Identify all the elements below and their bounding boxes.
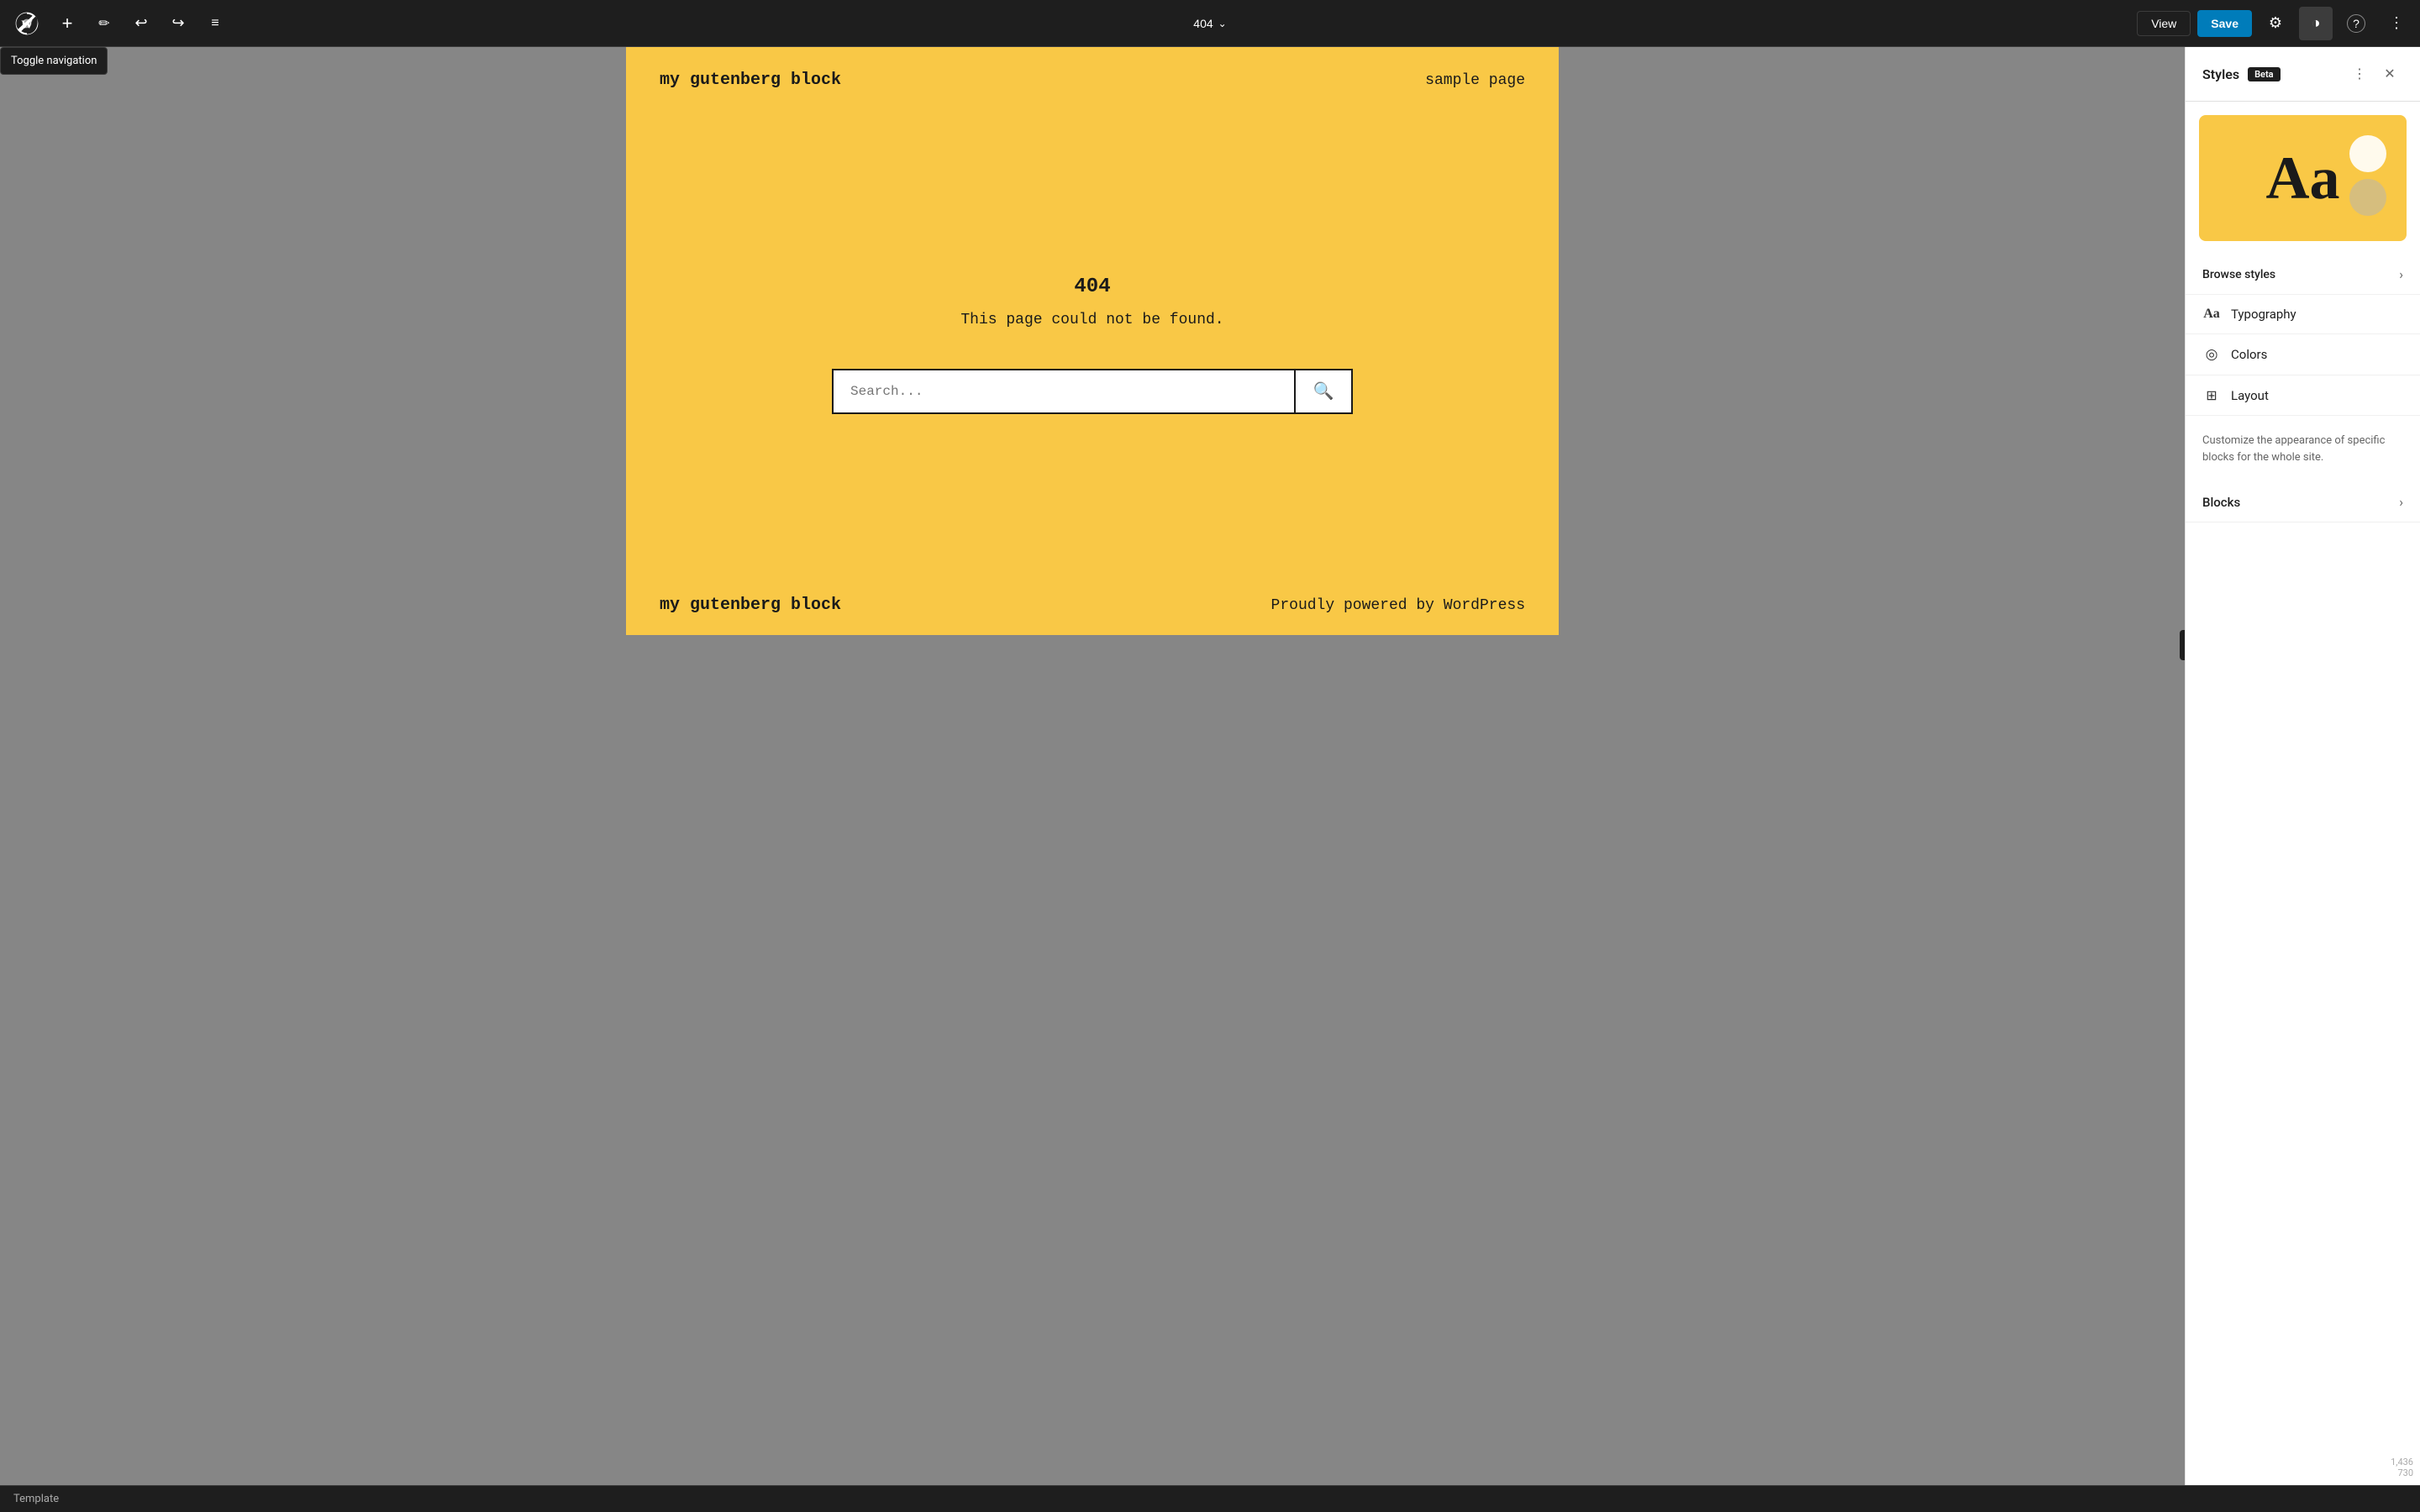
canvas-area: my gutenberg block sample page 404 This …: [0, 47, 2185, 1485]
wp-logo-icon: W: [13, 10, 40, 37]
save-button[interactable]: Save: [2197, 10, 2252, 37]
sidebar-title: Styles: [2202, 66, 2239, 82]
add-block-toolbar-button[interactable]: +: [50, 7, 84, 40]
blocks-label: Blocks: [2202, 495, 2240, 510]
page-canvas: my gutenberg block sample page 404 This …: [626, 47, 1559, 635]
error-message: This page could not be found.: [960, 312, 1223, 328]
layout-label: Layout: [2231, 388, 2269, 403]
toolbar: W + ✏ ↩ ↪ ≡ 404 ⌄ View Save ⚙: [0, 0, 2420, 47]
colors-section: ◎ Colors: [2186, 334, 2420, 375]
style-icon: ◑: [2312, 14, 2321, 32]
style-preview: Aa: [2199, 115, 2407, 241]
footer-credit: Proudly powered by WordPress: [1271, 597, 1525, 614]
toolbar-right: View Save ⚙ ◑ ? ⋮: [2137, 7, 2413, 40]
toolbar-left: W + ✏ ↩ ↪ ≡: [7, 3, 232, 44]
typography-icon: Aa: [2202, 307, 2221, 322]
page-title-text: 404: [1193, 17, 1213, 30]
beta-badge: Beta: [2248, 67, 2281, 81]
typography-label: Typography: [2231, 307, 2296, 322]
main-area: my gutenberg block sample page 404 This …: [0, 47, 2420, 1485]
list-view-button[interactable]: ≡: [198, 7, 232, 40]
error-code: 404: [1074, 276, 1110, 298]
chevron-right-icon: ›: [2399, 266, 2403, 282]
sidebar-header: Styles Beta ⋮ ✕: [2186, 47, 2420, 102]
gear-icon: ⚙: [2269, 14, 2282, 32]
preview-circle-white: [2349, 135, 2386, 172]
add-block-canvas-button[interactable]: +: [2180, 630, 2185, 660]
typography-section: Aa Typography: [2186, 295, 2420, 334]
redo-icon: ↪: [171, 14, 184, 32]
search-submit-button[interactable]: 🔍: [1294, 369, 1353, 414]
browse-styles-row[interactable]: Browse styles ›: [2186, 255, 2420, 295]
layout-item[interactable]: ⊞ Layout: [2186, 375, 2420, 415]
sidebar-title-row: Styles Beta: [2202, 66, 2281, 82]
colors-item[interactable]: ◎ Colors: [2186, 334, 2420, 375]
more-options-icon: ⋮: [2353, 66, 2366, 82]
blocks-row[interactable]: Blocks ›: [2186, 482, 2420, 522]
site-title: my gutenberg block: [660, 71, 841, 90]
style-toggle-button[interactable]: ◑: [2299, 7, 2333, 40]
more-options-button[interactable]: ⋮: [2380, 7, 2413, 40]
page-content: 404 This page could not be found. 🔍: [626, 113, 1559, 575]
site-nav: sample page: [1425, 71, 1525, 89]
sidebar-header-actions: ⋮ ✕: [2346, 60, 2403, 87]
layout-section: ⊞ Layout: [2186, 375, 2420, 416]
toggle-navigation-tooltip: Toggle navigation: [0, 47, 108, 75]
svg-text:W: W: [21, 18, 33, 30]
chevron-down-icon: ⌄: [1218, 18, 1227, 29]
colors-icon: ◎: [2202, 346, 2221, 363]
list-view-icon: ≡: [211, 16, 218, 31]
canvas-wrapper: my gutenberg block sample page 404 This …: [0, 47, 2185, 635]
blocks-chevron-icon: ›: [2399, 494, 2403, 510]
styles-sidebar: Styles Beta ⋮ ✕ Aa Browse styles: [2185, 47, 2420, 1485]
preview-circle-gray: [2349, 179, 2386, 216]
undo-button[interactable]: ↩: [124, 7, 158, 40]
sidebar-close-button[interactable]: ✕: [2376, 60, 2403, 87]
search-input[interactable]: [832, 369, 1294, 414]
more-icon: ⋮: [2389, 14, 2404, 32]
settings-button[interactable]: ⚙: [2259, 7, 2292, 40]
layout-icon: ⊞: [2202, 387, 2221, 403]
help-button[interactable]: ?: [2339, 7, 2373, 40]
edit-button[interactable]: ✏: [87, 7, 121, 40]
preview-circles: [2349, 135, 2386, 216]
toolbar-center: 404 ⌄: [1183, 12, 1236, 35]
page-title-button[interactable]: 404 ⌄: [1183, 12, 1236, 35]
footer-site-title: my gutenberg block: [660, 596, 841, 615]
edit-icon: ✏: [98, 15, 109, 32]
undo-icon: ↩: [134, 14, 147, 32]
site-header: my gutenberg block sample page: [626, 47, 1559, 113]
redo-button[interactable]: ↪: [161, 7, 195, 40]
preview-typography: Aa: [2266, 148, 2340, 208]
status-bar: Template: [0, 1485, 2420, 1512]
site-footer: my gutenberg block Proudly powered by Wo…: [626, 575, 1559, 635]
search-row: 🔍: [832, 369, 1353, 414]
nav-link[interactable]: sample page: [1425, 72, 1525, 89]
wp-logo-button[interactable]: W: [7, 3, 47, 44]
colors-label: Colors: [2231, 347, 2267, 362]
sidebar-description: Customize the appearance of specific blo…: [2186, 416, 2420, 482]
typography-item[interactable]: Aa Typography: [2186, 295, 2420, 333]
browse-styles-label: Browse styles: [2202, 268, 2275, 281]
search-icon: 🔍: [1313, 381, 1334, 402]
help-icon: ?: [2347, 14, 2365, 33]
close-icon: ✕: [2384, 66, 2395, 82]
view-button[interactable]: View: [2137, 11, 2191, 36]
sidebar-more-button[interactable]: ⋮: [2346, 60, 2373, 87]
template-label: Template: [13, 1493, 59, 1505]
